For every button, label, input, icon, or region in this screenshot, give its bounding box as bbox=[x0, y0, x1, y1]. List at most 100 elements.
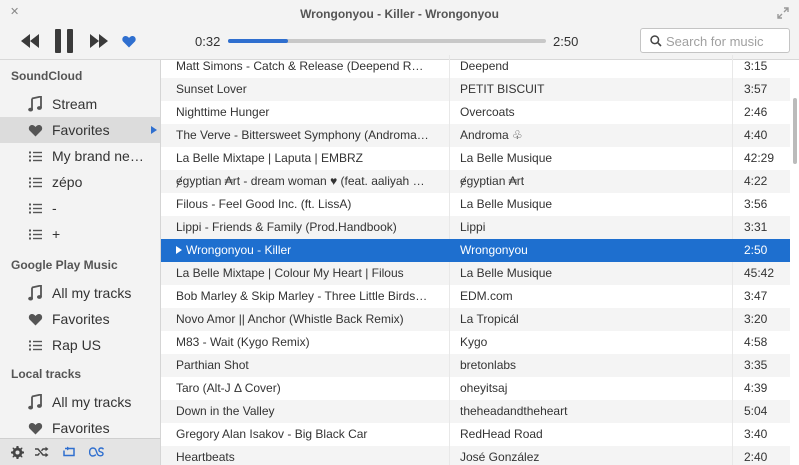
track-duration: 3:15 bbox=[744, 59, 768, 73]
track-row[interactable]: Parthian Shot bretonlabs 3:35 bbox=[161, 354, 790, 377]
column-divider bbox=[732, 147, 733, 170]
track-artist: La Belle Musique bbox=[460, 197, 553, 211]
track-duration: 4:22 bbox=[744, 174, 768, 188]
track-row-now-playing[interactable]: Wrongonyou - Killer Wrongonyou 2:50 bbox=[161, 239, 790, 262]
pause-button[interactable] bbox=[52, 28, 76, 54]
lastfm-button[interactable] bbox=[89, 445, 105, 459]
track-duration: 3:47 bbox=[744, 289, 768, 303]
column-divider bbox=[449, 262, 450, 285]
track-row[interactable]: Bob Marley & Skip Marley - Three Little … bbox=[161, 285, 790, 308]
heart-icon bbox=[27, 420, 43, 436]
track-title-text: Matt Simons - Catch & Release (Deepend R… bbox=[176, 59, 424, 73]
favorite-button[interactable] bbox=[121, 33, 137, 49]
sidebar-item-label: All my tracks bbox=[52, 394, 132, 410]
track-row[interactable]: Filous - Feel Good Inc. (ft. LissA) La Be… bbox=[161, 193, 790, 216]
search-icon bbox=[650, 35, 662, 47]
track-duration: 45:42 bbox=[744, 266, 775, 280]
track-artist: La Belle Musique bbox=[460, 151, 553, 165]
track-title: M83 - Wait (Kygo Remix) bbox=[176, 335, 431, 349]
track-duration: 2:50 bbox=[744, 243, 768, 257]
repeat-icon bbox=[63, 446, 75, 457]
track-row[interactable]: Lippi - Friends & Family (Prod.Handbook)… bbox=[161, 216, 790, 239]
next-button[interactable] bbox=[87, 32, 111, 50]
sidebar-item-soundcloud-my-brand-ne[interactable]: My brand ne… bbox=[0, 143, 160, 169]
column-divider bbox=[449, 308, 450, 331]
column-divider bbox=[449, 285, 450, 308]
track-artist: Lippi bbox=[460, 220, 486, 234]
search-box[interactable] bbox=[640, 28, 790, 53]
track-row[interactable]: Down in the Valley theheadandtheheart 5:04 bbox=[161, 400, 790, 423]
track-row[interactable]: Novo Amor || Anchor (Whistle Back Remix)… bbox=[161, 308, 790, 331]
sidebar-item-soundcloud-stream[interactable]: Stream bbox=[0, 91, 160, 117]
track-duration: 2:46 bbox=[744, 105, 768, 119]
sidebar-item-google-play-music-all-my-tracks[interactable]: All my tracks bbox=[0, 280, 160, 306]
track-row[interactable]: M83 - Wait (Kygo Remix) Kygo 4:58 bbox=[161, 331, 790, 354]
track-row[interactable]: ɇgyptian ₳rt - dream woman ♥ (feat. aali… bbox=[161, 170, 790, 193]
column-divider bbox=[449, 216, 450, 239]
track-row[interactable]: Taro (Alt-J Δ Cover) oheyitsaj 4:39 bbox=[161, 377, 790, 400]
column-divider bbox=[732, 285, 733, 308]
track-duration: 3:31 bbox=[744, 220, 768, 234]
sidebar-item-soundcloud-item[interactable]: - bbox=[0, 195, 160, 221]
column-divider bbox=[449, 124, 450, 147]
sidebar-item-label: Favorites bbox=[52, 420, 110, 436]
track-title: Filous - Feel Good Inc. (ft. LissA) bbox=[176, 197, 431, 211]
seek-bar[interactable] bbox=[228, 39, 546, 43]
track-title: Parthian Shot bbox=[176, 358, 431, 372]
track-row[interactable]: La Belle Mixtape | Laputa | EMBRZ La Bell… bbox=[161, 147, 790, 170]
track-title: La Belle Mixtape | Colour My Heart | Fil… bbox=[176, 266, 431, 280]
sidebar-item-local-tracks-all-my-tracks[interactable]: All my tracks bbox=[0, 389, 160, 415]
track-row[interactable]: The Verve - Bittersweet Symphony (Androm… bbox=[161, 124, 790, 147]
previous-icon bbox=[21, 34, 39, 48]
track-title: The Verve - Bittersweet Symphony (Androm… bbox=[176, 128, 431, 142]
previous-button[interactable] bbox=[18, 32, 42, 50]
track-row[interactable]: Matt Simons - Catch & Release (Deepend R… bbox=[161, 55, 790, 78]
column-divider bbox=[732, 423, 733, 446]
sidebar-item-soundcloud-favorites[interactable]: Favorites bbox=[0, 117, 160, 143]
track-title: Matt Simons - Catch & Release (Deepend R… bbox=[176, 59, 431, 73]
column-divider bbox=[732, 55, 733, 78]
track-artist: La Belle Musique bbox=[460, 266, 553, 280]
sidebar-item-google-play-music-rap-us[interactable]: Rap US bbox=[0, 332, 160, 358]
track-title-text: Bob Marley & Skip Marley - Three Little … bbox=[176, 289, 428, 303]
track-row[interactable]: Sunset Lover PETIT BISCUIT 3:57 bbox=[161, 78, 790, 101]
track-row[interactable]: La Belle Mixtape | Colour My Heart | Fil… bbox=[161, 262, 790, 285]
player-header: ✕ Wrongonyou - Killer - Wrongonyou 0:32 … bbox=[0, 0, 799, 60]
track-row[interactable]: Gregory Alan Isakov - Big Black Car RedHe… bbox=[161, 423, 790, 446]
column-divider bbox=[732, 354, 733, 377]
column-divider bbox=[449, 55, 450, 78]
track-title-text: Lippi - Friends & Family (Prod.Handbook) bbox=[176, 220, 397, 234]
section-title-google-play-music: Google Play Music bbox=[11, 258, 118, 272]
repeat-button[interactable] bbox=[62, 445, 76, 459]
shuffle-button[interactable] bbox=[35, 445, 49, 459]
track-duration: 4:40 bbox=[744, 128, 768, 142]
section-title-soundcloud: SoundCloud bbox=[11, 69, 83, 83]
track-title: Bob Marley & Skip Marley - Three Little … bbox=[176, 289, 431, 303]
column-divider bbox=[449, 377, 450, 400]
sidebar-item-soundcloud-z-po[interactable]: zépo bbox=[0, 169, 160, 195]
track-title-text: Filous - Feel Good Inc. (ft. LissA) bbox=[176, 197, 352, 211]
sidebar-item-label: My brand ne… bbox=[52, 148, 144, 164]
sidebar-item-label: Favorites bbox=[52, 311, 110, 327]
track-title-text: Heartbeats bbox=[176, 450, 235, 464]
sidebar-item-soundcloud-item[interactable]: + bbox=[0, 221, 160, 247]
now-playing-icon bbox=[176, 246, 182, 254]
track-row[interactable]: Nighttime Hunger Overcoats 2:46 bbox=[161, 101, 790, 124]
track-row[interactable]: Heartbeats José González 2:40 bbox=[161, 446, 790, 465]
track-title-text: Nighttime Hunger bbox=[176, 105, 270, 119]
track-artist: PETIT BISCUIT bbox=[460, 82, 545, 96]
track-artist: ɇgyptian ₳rt bbox=[460, 174, 525, 188]
scrollbar-thumb[interactable] bbox=[793, 98, 797, 164]
maximize-button[interactable] bbox=[777, 7, 789, 19]
playlist-icon bbox=[27, 226, 43, 242]
track-duration: 3:20 bbox=[744, 312, 768, 326]
search-input[interactable] bbox=[666, 32, 784, 50]
settings-button[interactable] bbox=[10, 445, 24, 459]
sidebar-item-google-play-music-favorites[interactable]: Favorites bbox=[0, 306, 160, 332]
track-artist: Androma ♧ bbox=[460, 128, 523, 142]
track-list-scrollbar[interactable] bbox=[790, 60, 799, 465]
track-list: Matt Simons - Catch & Release (Deepend R… bbox=[161, 55, 790, 465]
track-duration: 4:58 bbox=[744, 335, 768, 349]
track-title-text: Sunset Lover bbox=[176, 82, 247, 96]
track-artist: La Tropicál bbox=[460, 312, 519, 326]
